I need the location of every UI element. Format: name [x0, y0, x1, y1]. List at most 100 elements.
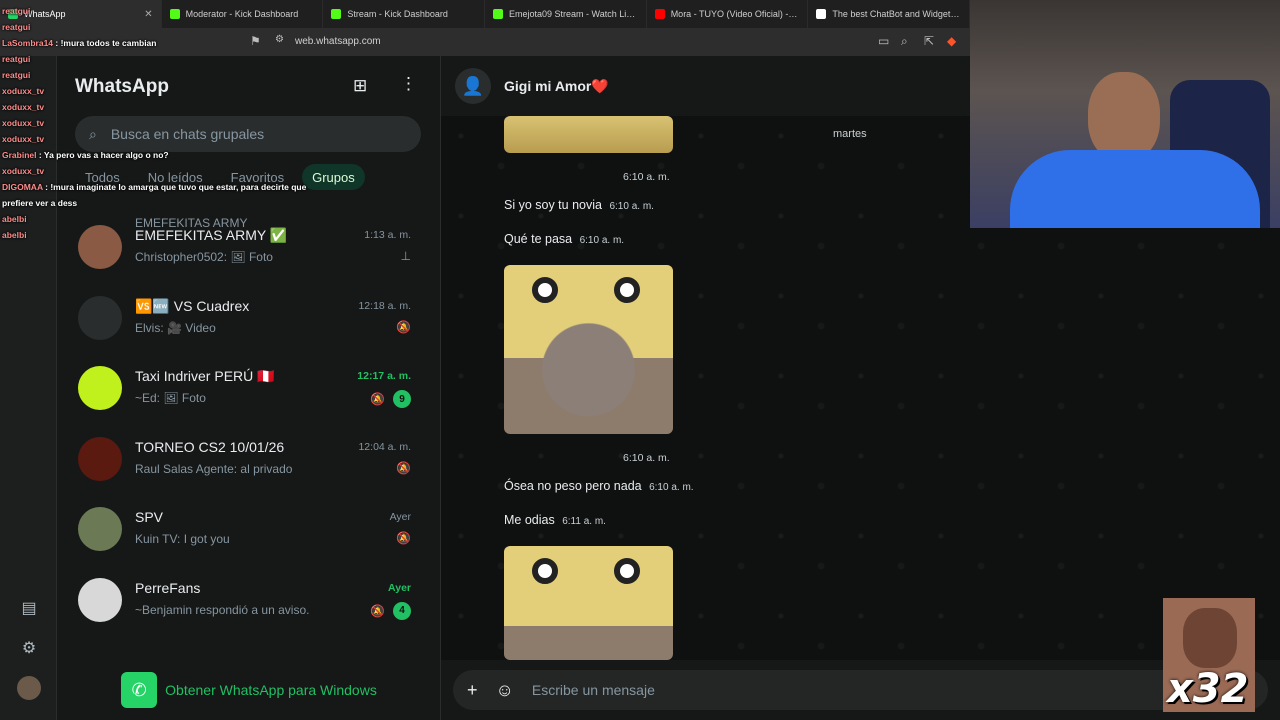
stream-chat-user: reatgui — [2, 70, 31, 80]
message-text: Me odias — [504, 513, 555, 527]
tab-favicon-icon — [493, 9, 504, 19]
chat-time: 12:17 a. m. — [357, 370, 411, 382]
streamer-shirt — [1010, 150, 1260, 228]
browser-tab[interactable]: The best ChatBot and Widgets for K — [808, 0, 971, 28]
stream-chat-line: xoduxx_tv — [2, 86, 44, 96]
get-windows-label: Obtener WhatsApp para Windows — [165, 682, 377, 698]
chat-preview: ~Ed: 🖼 Foto — [135, 391, 206, 405]
webcam-overlay — [970, 0, 1280, 228]
chat-avatar — [78, 295, 122, 340]
chat-time: 12:18 a. m. — [358, 299, 411, 312]
chat-items: EMEFEKITAS ARMY ✅ Christopher0502: 🖼 Fot… — [57, 212, 441, 635]
attach-plus-icon[interactable]: + — [467, 680, 478, 701]
whatsapp-logo-icon: ✆ — [121, 672, 158, 708]
stream-chat-user: abelbi — [2, 214, 27, 224]
message-text: Si yo soy tu novia — [504, 198, 602, 212]
unread-badge: 4 — [393, 601, 411, 620]
chat-name: 🆚🆕 VS Cuadrex — [135, 297, 250, 314]
stream-chat-line: reatgui — [2, 70, 30, 80]
stream-chat-text: !mura todos te cambian — [60, 38, 157, 48]
text-message[interactable]: Qué te pasa 6:10 a. m. — [498, 228, 630, 250]
chat-list-item[interactable]: PerreFans ~Benjamin respondió a un aviso… — [57, 565, 441, 636]
stream-chat-user: reatgui — [2, 22, 31, 32]
stream-chat-user: LaSombra14 — [2, 38, 54, 48]
install-icon[interactable]: ▭ — [878, 34, 889, 48]
tab-favicon-icon — [654, 9, 665, 19]
message-input[interactable]: + ☺ Escribe un mensaje — [453, 670, 1268, 710]
chat-preview: Elvis: 🎥 Video — [135, 320, 216, 335]
message-time: 6:10 a. m. — [623, 452, 670, 464]
mute-icon: 🔕 — [370, 603, 385, 618]
brave-shield-icon[interactable]: ◆ — [947, 34, 956, 48]
mute-icon: 🔕 — [396, 319, 411, 334]
streamer-head — [1088, 72, 1160, 162]
stream-chat-line: reatgui — [2, 54, 30, 64]
stream-chat-user: reatgui — [2, 6, 31, 16]
chat-name: SPV — [135, 509, 164, 525]
stream-chat-user: Grabinel — [2, 150, 37, 160]
pin-icon: ⊥ — [400, 249, 411, 263]
sticker-overlay: x32 — [1163, 598, 1255, 712]
tab-favicon-icon — [331, 9, 342, 19]
chat-list-item[interactable]: TORNEO CS2 10/01/26 Raul Salas Agente: a… — [57, 424, 441, 495]
stream-chat-text: Ya pero vas a hacer algo o no? — [43, 150, 169, 160]
profile-avatar[interactable] — [17, 676, 41, 700]
chat-name: PerreFans — [135, 579, 201, 596]
stream-chat-user: xoduxx_tv — [2, 134, 45, 144]
emoji-icon[interactable]: ☺ — [496, 680, 514, 701]
zoom-icon[interactable]: ⌕ — [901, 34, 908, 49]
stream-chat-user: reatgui — [2, 54, 31, 64]
image-message[interactable] — [504, 116, 673, 153]
stream-chat-line: Grabinel : Ya pero vas a hacer algo o no… — [2, 150, 169, 160]
sticker-label: x32 — [1167, 666, 1249, 712]
media-icon[interactable]: ▤ — [17, 596, 41, 620]
chat-name: TORNEO CS2 10/01/26 — [135, 438, 285, 455]
stream-chat-line: xoduxx_tv — [2, 118, 44, 128]
menu-dots-icon[interactable]: ⋮ — [400, 74, 417, 94]
stream-chat-text: prefiere ver a dess — [2, 198, 78, 208]
stream-chat-line: abelbi — [2, 230, 27, 240]
stream-chat-line: xoduxx_tv — [2, 102, 44, 112]
chat-list-item[interactable]: 🆚🆕 VS Cuadrex Elvis: 🎥 Video 12:18 a. m.… — [57, 283, 441, 354]
tab-label: Mora - TUYO (Video Oficial) - YouTu — [670, 9, 800, 19]
stream-chat-line: LaSombra14 : !mura todos te cambian — [2, 38, 157, 48]
chat-list-item[interactable]: Taxi Indriver PERÚ 🇵🇪 ~Ed: 🖼 Foto 12:17 … — [57, 353, 441, 424]
message-placeholder: Escribe un mensaje — [531, 682, 655, 698]
text-message[interactable]: Si yo soy tu novia 6:10 a. m. — [498, 194, 660, 216]
unread-badge: 9 — [393, 390, 411, 408]
stream-chat-overlay: reatgui reatgui LaSombra14 : !mura todos t… — [0, 0, 330, 250]
stream-chat-user: xoduxx_tv — [2, 166, 45, 176]
new-chat-icon[interactable]: ⊞ — [353, 76, 367, 96]
laughing-face — [1183, 608, 1237, 668]
tab-label: Emejota09 Stream - Watch Live on K — [509, 9, 638, 19]
tab-label: The best ChatBot and Widgets for K — [832, 9, 961, 19]
browser-tab[interactable]: Mora - TUYO (Video Oficial) - YouTu — [647, 0, 809, 28]
browser-tab[interactable]: Emejota09 Stream - Watch Live on K — [485, 0, 647, 28]
stream-chat-line: abelbi — [2, 214, 27, 224]
settings-gear-icon[interactable]: ⚙ — [17, 636, 41, 660]
message-time: 6:10 a. m. — [623, 171, 670, 183]
contact-avatar-icon[interactable]: 👤 — [455, 68, 491, 104]
chat-list-item[interactable]: SPV Kuin TV: I got you Ayer 🔕 — [57, 494, 441, 565]
chat-preview: Christopher0502: 🖼 Foto — [135, 250, 273, 264]
chat-time: 1:13 a. m. — [364, 229, 411, 241]
stream-chat-line: prefiere ver a dess — [2, 198, 77, 208]
message-time: 6:10 a. m. — [649, 482, 694, 493]
get-windows-banner[interactable]: ✆ Obtener WhatsApp para Windows — [57, 660, 441, 720]
stream-chat-line: reatgui — [2, 6, 30, 16]
text-message[interactable]: Me odias 6:11 a. m. — [498, 509, 612, 531]
tab-favicon-icon — [816, 9, 827, 19]
mute-icon: 🔕 — [396, 460, 411, 475]
chat-time: Ayer — [389, 511, 411, 523]
chat-avatar — [78, 507, 122, 552]
cat-sticker-image[interactable] — [504, 546, 673, 660]
share-icon[interactable]: ⇱ — [924, 34, 934, 48]
mute-icon: 🔕 — [370, 392, 385, 406]
chat-preview: Raul Salas Agente: al privado — [135, 461, 293, 476]
stream-chat-line: xoduxx_tv — [2, 134, 44, 144]
browser-tab[interactable]: Stream - Kick Dashboard — [323, 0, 486, 28]
cat-sticker-image[interactable] — [504, 265, 673, 434]
contact-name[interactable]: Gigi mi Amor❤️ — [504, 78, 609, 95]
text-message[interactable]: Ósea no peso pero nada 6:10 a. m. — [498, 475, 700, 497]
stream-chat-user: abelbi — [2, 230, 27, 240]
